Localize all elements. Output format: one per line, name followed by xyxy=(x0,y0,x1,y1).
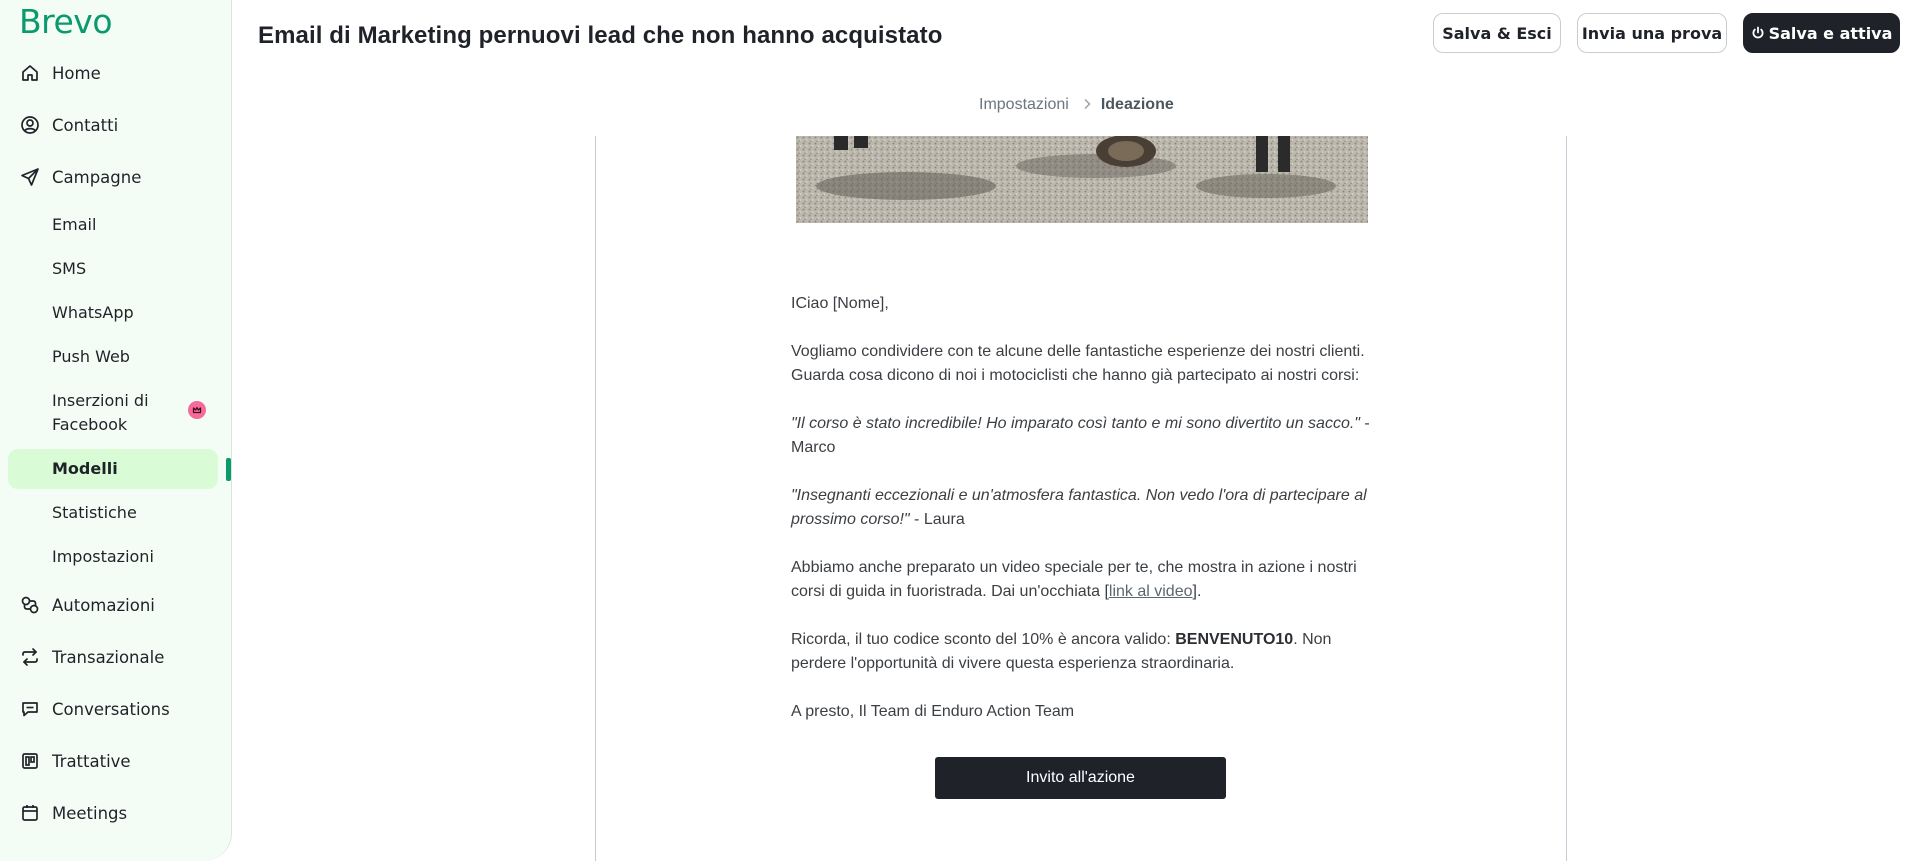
sidebar-subitem-push-web[interactable]: Push Web xyxy=(8,337,218,377)
transactional-icon xyxy=(20,647,40,667)
sidebar-item-label: Meetings xyxy=(52,803,128,823)
sidebar-item-trattative[interactable]: Trattative xyxy=(0,740,232,782)
testimonial-2: "Insegnanti eccezionali e un'atmosfera f… xyxy=(791,484,1379,532)
sidebar-item-label: Contatti xyxy=(52,115,119,135)
email-body[interactable]: ICiao [Nome], Vogliamo condividere con t… xyxy=(791,292,1379,748)
sidebar-item-automazioni[interactable]: Automazioni xyxy=(0,584,232,626)
sidebar-subitem-impostazioni[interactable]: Impostazioni xyxy=(8,537,218,577)
chevron-right-icon xyxy=(1083,97,1091,113)
crown-icon xyxy=(188,401,206,419)
sidebar-item-label: Campagne xyxy=(52,167,142,187)
automation-icon xyxy=(20,595,40,615)
canvas-border-right xyxy=(1566,136,1567,861)
brevo-logo[interactable]: Brevo xyxy=(19,2,113,41)
discount-code: BENVENUTO10 xyxy=(1175,631,1294,648)
save-exit-button[interactable]: Salva & Esci xyxy=(1433,13,1561,53)
breadcrumb-design: Ideazione xyxy=(1100,96,1174,113)
sidebar-subitem-whatsapp[interactable]: WhatsApp xyxy=(8,293,218,333)
sidebar-item-label: Transazionale xyxy=(52,647,165,667)
sidebar-subitem-label: Inserzioni di Facebook xyxy=(52,391,149,434)
calendar-icon xyxy=(20,803,40,823)
deals-icon xyxy=(20,751,40,771)
page-title: Email di Marketing pernuovi lead che non… xyxy=(258,22,943,49)
sidebar-subitem-label: Statistiche xyxy=(52,503,137,522)
sidebar-item-home[interactable]: Home xyxy=(0,52,232,94)
sidebar-item-conversations[interactable]: Conversations xyxy=(0,688,232,730)
active-indicator xyxy=(226,458,231,481)
sidebar-item-transazionale[interactable]: Transazionale xyxy=(0,636,232,678)
chat-icon xyxy=(20,699,40,719)
breadcrumb-settings[interactable]: Impostazioni xyxy=(979,96,1069,114)
email-video-paragraph: Abbiamo anche preparato un video special… xyxy=(791,556,1379,604)
video-text: Abbiamo anche preparato un video special… xyxy=(791,559,1357,600)
sidebar-subitem-sms[interactable]: SMS xyxy=(8,249,218,289)
sidebar: Brevo Home Contatti Campagne Email SMS W… xyxy=(0,0,232,861)
sidebar-subitem-email[interactable]: Email xyxy=(8,205,218,245)
sidebar-item-label: Conversations xyxy=(52,699,170,719)
testimonial-author: - Laura xyxy=(909,511,965,528)
video-link[interactable]: link al video xyxy=(1109,583,1193,600)
breadcrumb: Impostazioni Ideazione xyxy=(979,96,1174,114)
sidebar-item-label: Home xyxy=(52,63,101,83)
sidebar-item-label: Automazioni xyxy=(52,595,155,615)
save-activate-label: Salva e attiva xyxy=(1768,23,1893,43)
sidebar-subitem-statistiche[interactable]: Statistiche xyxy=(8,493,218,533)
sidebar-subitem-label: WhatsApp xyxy=(52,303,134,322)
sidebar-item-campagne[interactable]: Campagne xyxy=(0,156,232,198)
sidebar-subitem-facebook-ads[interactable]: Inserzioni di Facebook xyxy=(8,388,218,438)
testimonial-quote: "Il corso è stato incredibile! Ho impara… xyxy=(791,415,1360,432)
save-activate-button[interactable]: Salva e attiva xyxy=(1743,13,1900,53)
hero-image[interactable] xyxy=(796,136,1368,223)
sidebar-subitem-label: Push Web xyxy=(52,347,130,366)
sidebar-subitem-label: SMS xyxy=(52,259,87,278)
sidebar-subitem-modelli[interactable]: Modelli xyxy=(8,449,218,489)
testimonial-quote: "Insegnanti eccezionali e un'atmosfera f… xyxy=(791,487,1367,528)
sidebar-subitem-label: Impostazioni xyxy=(52,547,154,566)
video-text-end: ]. xyxy=(1192,583,1202,600)
sidebar-item-contatti[interactable]: Contatti xyxy=(0,104,232,146)
sidebar-item-meetings[interactable]: Meetings xyxy=(0,792,232,834)
testimonial-1: "Il corso è stato incredibile! Ho impara… xyxy=(791,412,1379,460)
home-icon xyxy=(20,63,40,83)
send-test-button[interactable]: Invia una prova xyxy=(1577,13,1727,53)
sidebar-subitem-label: Modelli xyxy=(52,459,118,478)
power-icon xyxy=(1751,26,1765,40)
sidebar-subitem-label: Email xyxy=(52,215,97,234)
cta-button[interactable]: Invito all'azione xyxy=(935,757,1226,799)
email-intro: Vogliamo condividere con te alcune delle… xyxy=(791,343,1365,384)
contacts-icon xyxy=(20,115,40,135)
sidebar-item-label: Trattative xyxy=(52,751,131,771)
email-greeting: ICiao [Nome], xyxy=(791,295,889,312)
paper-plane-icon xyxy=(20,167,40,187)
email-discount-paragraph: Ricorda, il tuo codice sconto del 10% è … xyxy=(791,628,1379,676)
discount-text: Ricorda, il tuo codice sconto del 10% è … xyxy=(791,631,1176,648)
email-signoff: A presto, Il Team di Enduro Action Team xyxy=(791,703,1075,720)
canvas-border-left xyxy=(595,136,596,861)
